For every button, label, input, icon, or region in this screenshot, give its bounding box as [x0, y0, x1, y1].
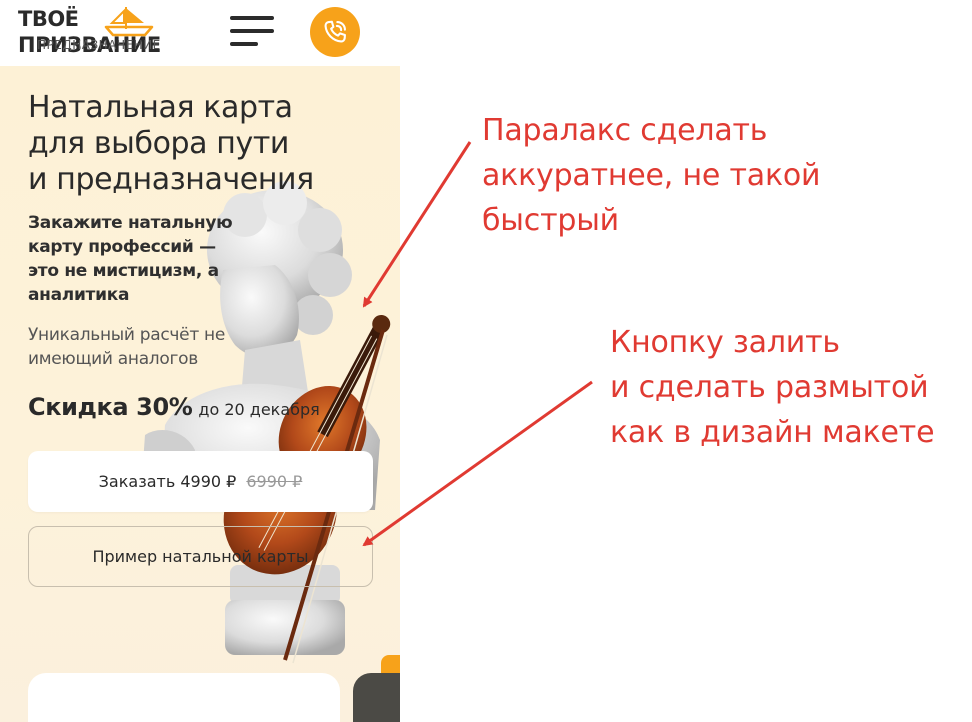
- annotation-line: быстрый: [482, 203, 619, 238]
- hero-description-line: Уникальный расчёт не: [28, 325, 226, 345]
- purpose-card-label: ПРЕДНАЗНАЧЕНИЕ: [37, 38, 161, 52]
- phone-call-icon: [324, 20, 346, 43]
- hero-title-line: для выбора пути: [28, 126, 290, 161]
- site-header: ТВОЁ ПРИЗВАНИЕ: [0, 0, 400, 66]
- dark-card[interactable]: [353, 673, 400, 722]
- hero-subtitle-line: аналитика: [28, 285, 130, 305]
- annotation-line: Кнопку залить: [610, 325, 840, 360]
- hero-title-line: и предназначения: [28, 162, 314, 197]
- example-chart-button-label: Пример натальной карты: [92, 547, 309, 566]
- annotation-line: аккуратнее, не такой: [482, 158, 821, 193]
- hero-title: Натальная карта для выбора пути и предна…: [28, 90, 388, 198]
- hero-subtitle-line: карту профессий —: [28, 237, 216, 257]
- hero-subtitle-line: это не мистицизм, а: [28, 261, 219, 281]
- mobile-page-screenshot: ТВОЁ ПРИЗВАНИЕ Натальная карта для выбор…: [0, 0, 400, 722]
- call-button[interactable]: [310, 7, 360, 57]
- discount-value: Скидка 30%: [28, 393, 193, 421]
- annotation-line: и сделать размытой: [610, 370, 929, 405]
- order-button[interactable]: Заказать 4990 ₽ 6990 ₽: [28, 451, 373, 512]
- discount-until: до 20 декабря: [198, 400, 320, 419]
- hero-subtitle: Закажите натальную карту профессий — это…: [28, 211, 278, 307]
- order-button-label: Заказать 4990 ₽: [98, 472, 237, 491]
- purpose-card[interactable]: [28, 673, 340, 722]
- boat-icon: [104, 7, 154, 37]
- annotation-button: Кнопку залить и сделать размытой как в д…: [610, 320, 935, 455]
- annotation-line: Паралакс сделать: [482, 113, 768, 148]
- example-chart-button[interactable]: Пример натальной карты: [28, 526, 373, 587]
- hero-description: Уникальный расчёт не имеющий аналогов: [28, 323, 288, 371]
- annotation-line: как в дизайн макете: [610, 415, 935, 450]
- hero-title-line: Натальная карта: [28, 90, 293, 125]
- annotation-parallax: Паралакс сделать аккуратнее, не такой бы…: [482, 108, 821, 243]
- hero-subtitle-line: Закажите натальную: [28, 213, 233, 233]
- hamburger-menu-icon[interactable]: [230, 16, 274, 46]
- site-logo[interactable]: ТВОЁ ПРИЗВАНИЕ: [18, 6, 193, 62]
- discount-line: Скидка 30% до 20 декабря: [28, 393, 320, 421]
- old-price: 6990 ₽: [246, 472, 303, 491]
- hero-description-line: имеющий аналогов: [28, 349, 198, 369]
